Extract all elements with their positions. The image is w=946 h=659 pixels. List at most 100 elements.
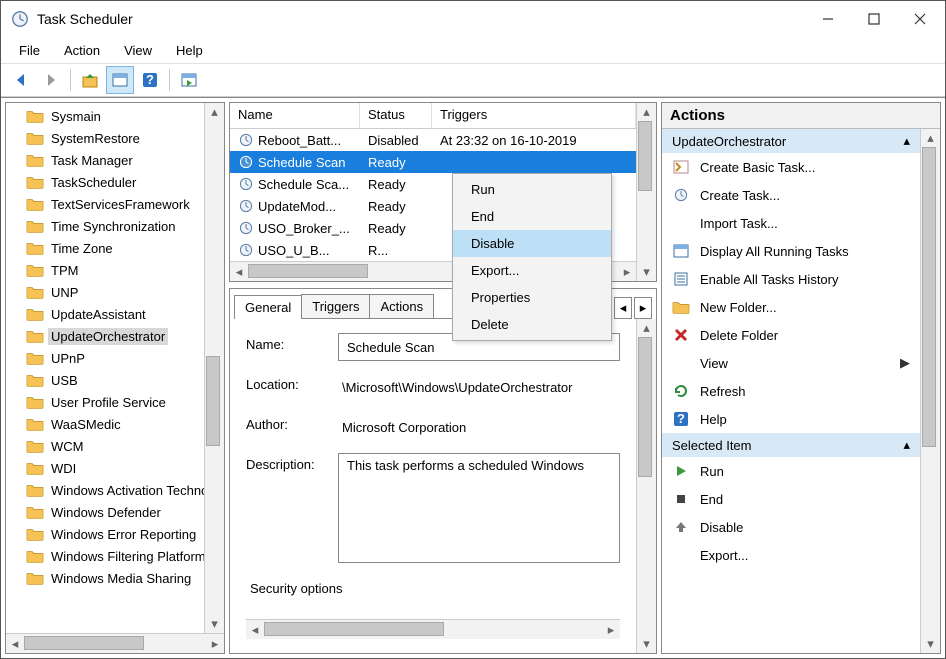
tree-item[interactable]: Windows Error Reporting <box>6 523 204 545</box>
tree-item[interactable]: TPM <box>6 259 204 281</box>
tree-hscroll-thumb[interactable] <box>24 636 144 650</box>
tree-hscroll[interactable]: ◂ ▸ <box>6 633 224 653</box>
detail-hscroll[interactable]: ◂ ▸ <box>246 619 620 639</box>
scroll-down-icon[interactable]: ▾ <box>637 263 656 281</box>
scroll-right-icon[interactable]: ▸ <box>618 263 636 281</box>
action-item[interactable]: New Folder... <box>662 293 920 321</box>
tab-actions[interactable]: Actions <box>369 294 434 318</box>
minimize-button[interactable] <box>805 4 851 34</box>
list-hscroll-thumb[interactable] <box>248 264 368 278</box>
scroll-down-icon[interactable]: ▾ <box>637 635 656 653</box>
action-item[interactable]: Refresh <box>662 377 920 405</box>
ctx-export[interactable]: Export... <box>453 257 611 284</box>
action-item[interactable]: Display All Running Tasks <box>662 237 920 265</box>
action-item[interactable]: Create Task... <box>662 181 920 209</box>
tree-item[interactable]: WaaSMedic <box>6 413 204 435</box>
scroll-up-icon[interactable]: ▴ <box>921 129 940 147</box>
forward-button[interactable] <box>37 66 65 94</box>
action-item[interactable]: Run <box>662 457 920 485</box>
tree-item[interactable]: User Profile Service <box>6 391 204 413</box>
ctx-disable[interactable]: Disable <box>453 230 611 257</box>
description-field[interactable]: This task performs a scheduled Windows <box>338 453 620 563</box>
help-button[interactable]: ? <box>136 66 164 94</box>
tree-item[interactable]: Time Zone <box>6 237 204 259</box>
action-item[interactable]: Enable All Tasks History <box>662 265 920 293</box>
tree-item[interactable]: Task Manager <box>6 149 204 171</box>
scroll-right-icon[interactable]: ▸ <box>206 635 224 653</box>
scroll-down-icon[interactable]: ▾ <box>921 635 940 653</box>
tree-item[interactable]: Windows Filtering Platform <box>6 545 204 567</box>
scroll-left-icon[interactable]: ◂ <box>246 621 264 639</box>
tree-item[interactable]: SystemRestore <box>6 127 204 149</box>
scroll-down-icon[interactable]: ▾ <box>205 615 224 633</box>
menu-action[interactable]: Action <box>54 40 110 61</box>
tree-item[interactable]: UNP <box>6 281 204 303</box>
tree-item[interactable]: Windows Defender <box>6 501 204 523</box>
list-vscroll[interactable]: ▴ ▾ <box>636 103 656 281</box>
action-item[interactable]: End <box>662 485 920 513</box>
scroll-up-icon[interactable]: ▴ <box>637 319 656 337</box>
action-item[interactable]: Export... <box>662 541 920 569</box>
tree-item[interactable]: Windows Media Sharing <box>6 567 204 589</box>
tree-item-label: Windows Defender <box>48 504 164 521</box>
tree-item[interactable]: USB <box>6 369 204 391</box>
tree-item-label: Windows Activation Technologies <box>48 482 204 499</box>
up-button[interactable] <box>76 66 104 94</box>
scroll-up-icon[interactable]: ▴ <box>205 103 224 121</box>
folder-tree[interactable]: SysmainSystemRestoreTask ManagerTaskSche… <box>6 103 204 633</box>
scroll-left-icon[interactable]: ◂ <box>6 635 24 653</box>
tree-item[interactable]: TaskScheduler <box>6 171 204 193</box>
tab-general[interactable]: General <box>234 295 302 319</box>
action-item[interactable]: Delete Folder <box>662 321 920 349</box>
task-row[interactable]: Schedule ScanReady <box>230 151 636 173</box>
tree-item[interactable]: TextServicesFramework <box>6 193 204 215</box>
ctx-run[interactable]: Run <box>453 176 611 203</box>
col-status[interactable]: Status <box>360 103 432 128</box>
tree-item[interactable]: WCM <box>6 435 204 457</box>
ctx-properties[interactable]: Properties <box>453 284 611 311</box>
menu-help[interactable]: Help <box>166 40 213 61</box>
action-item[interactable]: Import Task... <box>662 209 920 237</box>
action-item[interactable]: ?Help <box>662 405 920 433</box>
close-button[interactable] <box>897 4 943 34</box>
tree-vscroll[interactable]: ▴ ▾ <box>204 103 224 633</box>
detail-scroll-thumb[interactable] <box>638 337 652 477</box>
back-button[interactable] <box>7 66 35 94</box>
tabs-scroll-left[interactable]: ◂ <box>614 297 632 319</box>
ctx-end[interactable]: End <box>453 203 611 230</box>
col-triggers[interactable]: Triggers <box>432 103 636 128</box>
scroll-up-icon[interactable]: ▴ <box>637 103 656 121</box>
toolbar-pane-button[interactable] <box>106 66 134 94</box>
tree-item[interactable]: Windows Activation Technologies <box>6 479 204 501</box>
action-item[interactable]: Create Basic Task... <box>662 153 920 181</box>
ctx-delete[interactable]: Delete <box>453 311 611 338</box>
menu-file[interactable]: File <box>9 40 50 61</box>
actions-group-header[interactable]: UpdateOrchestrator▴ <box>662 129 920 153</box>
action-item[interactable]: Disable <box>662 513 920 541</box>
detail-vscroll[interactable]: ▴ ▾ <box>636 319 656 653</box>
list-scroll-thumb[interactable] <box>638 121 652 191</box>
tree-item[interactable]: WDI <box>6 457 204 479</box>
tabs-scroll-right[interactable]: ▸ <box>634 297 652 319</box>
tree-item[interactable]: UpdateAssistant <box>6 303 204 325</box>
maximize-button[interactable] <box>851 4 897 34</box>
actions-vscroll[interactable]: ▴ ▾ <box>920 129 940 653</box>
col-name[interactable]: Name <box>230 103 360 128</box>
tree-item[interactable]: Time Synchronization <box>6 215 204 237</box>
tree-item[interactable]: UpdateOrchestrator <box>6 325 204 347</box>
actions-scroll-thumb[interactable] <box>922 147 936 447</box>
tree-scroll-thumb[interactable] <box>206 356 220 446</box>
tree-item[interactable]: Sysmain <box>6 105 204 127</box>
clock-icon <box>238 154 254 170</box>
toolbar-run-button[interactable] <box>175 66 203 94</box>
action-item[interactable]: View▶ <box>662 349 920 377</box>
scroll-right-icon[interactable]: ▸ <box>602 621 620 639</box>
tree-item[interactable]: UPnP <box>6 347 204 369</box>
tab-triggers[interactable]: Triggers <box>301 294 370 318</box>
scroll-left-icon[interactable]: ◂ <box>230 263 248 281</box>
detail-hscroll-thumb[interactable] <box>264 622 444 636</box>
menu-view[interactable]: View <box>114 40 162 61</box>
task-row[interactable]: Reboot_Batt...DisabledAt 23:32 on 16-10-… <box>230 129 636 151</box>
actions-group-header[interactable]: Selected Item▴ <box>662 433 920 457</box>
svg-text:?: ? <box>146 72 154 87</box>
